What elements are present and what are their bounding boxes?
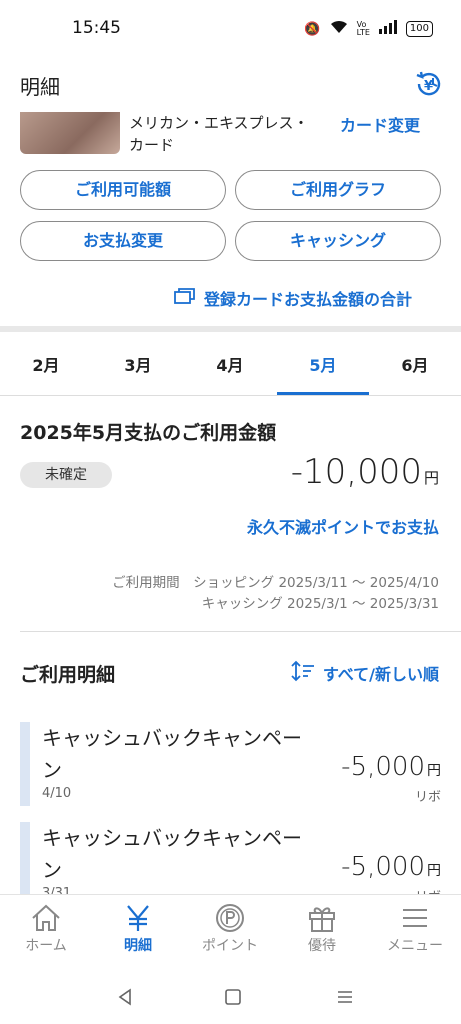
card-image [20, 112, 120, 154]
nav-benefits[interactable]: 優待 [276, 903, 368, 955]
nav-home-label: ホーム [25, 938, 67, 954]
nav-menu[interactable]: メニュー [369, 903, 461, 955]
status-icons: 🔕 Vo LTE 100 [304, 20, 433, 38]
summary-title: 2025年5月支払のご利用金額 [20, 422, 277, 444]
points-icon [184, 903, 276, 933]
usage-graph-button[interactable]: ご利用グラフ [235, 170, 441, 210]
tab-month-mar[interactable]: 3月 [108, 352, 168, 376]
signal-icon [378, 20, 397, 38]
nav-statement[interactable]: 明細 [92, 903, 184, 955]
home-icon [0, 903, 92, 933]
nav-menu-label: メニュー [387, 938, 443, 954]
status-bar: 15:45 🔕 Vo LTE 100 [0, 0, 461, 58]
section-separator [0, 326, 461, 332]
yen-history-icon[interactable]: ¥ [413, 68, 445, 100]
status-badge: 未確定 [20, 462, 112, 488]
card-change-link[interactable]: カード変更 [340, 112, 420, 136]
total-amount: -10,000 円 [291, 452, 439, 492]
available-amount-button[interactable]: ご利用可能額 [20, 170, 226, 210]
payment-change-button[interactable]: お支払変更 [20, 221, 226, 261]
details-title: ご利用明細 [20, 664, 116, 686]
nav-points[interactable]: ポイント [184, 903, 276, 955]
summary-divider [20, 631, 461, 632]
tab-month-jun[interactable]: 6月 [385, 352, 445, 376]
mute-icon: 🔕 [304, 21, 321, 37]
item-accent-bar [20, 722, 30, 806]
battery-icon: 100 [405, 21, 433, 37]
home-square-icon[interactable] [224, 988, 242, 1011]
tabs-divider [0, 395, 461, 396]
item-name: キャッシュバックキャンペーン [42, 826, 302, 882]
page-title: 明細 [20, 75, 60, 99]
nav-statement-label: 明細 [124, 938, 152, 954]
nav-benefits-label: 優待 [308, 938, 336, 954]
item-amount-value: -5,000 [341, 752, 425, 782]
registered-card-total-link[interactable]: 登録カードお支払金額の合計 [174, 286, 412, 310]
gift-icon [276, 903, 368, 933]
usage-period-shopping: ご利用期間 ショッピング 2025/3/11 〜 2025/4/10 [112, 575, 439, 591]
list-item[interactable]: キャッシュバックキャンペーン 4/10 -5,000 円 リボ [20, 722, 461, 806]
tab-month-feb[interactable]: 2月 [16, 352, 76, 376]
sort-icon [291, 660, 315, 686]
svg-text:¥: ¥ [424, 79, 433, 94]
month-tabs: 2月 3月 4月 5月 6月 [0, 340, 461, 396]
hamburger-icon [369, 903, 461, 933]
card-name-line2: カード [129, 136, 175, 154]
nav-home[interactable]: ホーム [0, 903, 92, 955]
bottom-nav: ホーム 明細 ポイント 優待 メニュー [0, 894, 461, 974]
usage-period-cashing: キャッシング 2025/3/1 〜 2025/3/31 [201, 596, 439, 612]
registered-card-total-label: 登録カードお支払金額の合計 [204, 290, 413, 309]
item-date: 4/10 [42, 786, 72, 801]
total-amount-value: -10,000 [290, 452, 422, 492]
total-amount-currency: 円 [423, 469, 439, 487]
item-kind: リボ [414, 790, 441, 805]
tab-month-may[interactable]: 5月 [293, 352, 353, 376]
sort-button[interactable]: すべて/新しい順 [291, 660, 439, 686]
item-currency: 円 [427, 863, 441, 879]
app-header: 明細 ¥ [0, 58, 461, 112]
item-name: キャッシュバックキャンペーン [42, 726, 302, 782]
point-payment-link[interactable]: 永久不滅ポイントでお支払 [247, 514, 439, 538]
volte-icon: Vo LTE [356, 20, 370, 37]
item-amount-value: -5,000 [341, 852, 425, 882]
nav-points-label: ポイント [202, 938, 258, 954]
tab-month-apr[interactable]: 4月 [200, 352, 260, 376]
system-nav-bar [0, 974, 461, 1024]
item-currency: 円 [427, 763, 441, 779]
status-time: 15:45 [72, 18, 121, 38]
cashing-button[interactable]: キャッシング [235, 221, 441, 261]
sort-label: すべて/新しい順 [322, 665, 439, 684]
card-name-line1: メリカン・エキスプレス・ [129, 114, 309, 132]
wifi-icon [330, 20, 348, 38]
item-amount: -5,000 円 [341, 752, 441, 782]
recents-icon[interactable] [336, 988, 354, 1011]
cards-icon [174, 287, 196, 309]
item-amount: -5,000 円 [341, 852, 441, 882]
back-icon[interactable] [116, 988, 134, 1011]
yen-icon [92, 903, 184, 933]
